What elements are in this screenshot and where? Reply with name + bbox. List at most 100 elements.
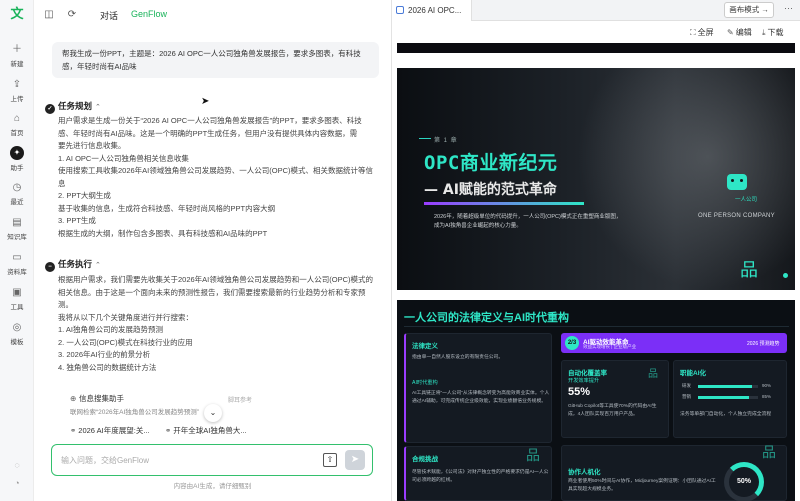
card-label: AI时代重构 xyxy=(412,380,438,386)
plan-line: 使用搜索工具收集2026年AI领域独角兽公司发展趋势、一人公司(OPC)模式、相… xyxy=(58,166,374,175)
card-title: 法律定义 xyxy=(412,343,438,350)
edit-icon: ✎ xyxy=(727,28,734,37)
message-input-box: ⇧ ➤ xyxy=(51,444,373,476)
card-text: 尽管技术赋能，《公司法》对财产独立性的严格要求仍是AI一人公司必须跨越的红线。 xyxy=(412,470,549,483)
bar-label: 研发 xyxy=(682,383,691,388)
network-icon: 品 xyxy=(648,369,658,380)
tab-genflow[interactable]: GenFlow xyxy=(131,9,167,19)
slide-background-image xyxy=(577,68,795,290)
rail-upload-label: 上传 xyxy=(10,96,24,103)
card-text: AI工具链正将“一人公司”从法律概念转变为高能效商业实体。个人通过AI辅助，可完… xyxy=(412,391,550,404)
fullscreen-icon: ⛶ xyxy=(690,28,696,37)
plan-line: 2. PPT大纲生成 xyxy=(58,191,111,200)
rail-home[interactable]: ⌂ 首页 xyxy=(0,113,34,137)
search-card-subtitle: 联网检索“2026年AI独角兽公司发展趋势预测” xyxy=(70,409,199,416)
folder-icon: ▭ xyxy=(12,252,22,263)
card-text: 指由单一自然人股东设立的有限责任公司。 xyxy=(412,355,504,360)
divider xyxy=(404,326,789,327)
book-icon: ▤ xyxy=(12,217,22,228)
banner-subtitle: 效益实现增长 | 企业级产业 xyxy=(583,344,637,349)
plan-line: 要先进行信息收集。 xyxy=(58,141,126,150)
plan-text: 用户需求是生成一份关于“2026 AI OPC一人公司独角兽发展报告”的PPT，… xyxy=(58,115,380,240)
search-card-title-text: 信息搜集助手 xyxy=(79,394,124,403)
reference-link-text: 开年全球AI独角兽大... xyxy=(173,426,247,435)
rail-knowledge-label: 知识库 xyxy=(7,234,27,241)
card-text: GitHub Copilot等工具使70%的代码由AI生成，4人团队实现百万用户… xyxy=(568,404,657,417)
assistant-icon: ✦ xyxy=(10,146,24,160)
expand-chevron-icon[interactable]: ⌄ xyxy=(204,404,222,422)
rail-assistant[interactable]: ✦ 助手 xyxy=(0,146,34,172)
download-button[interactable]: ⤓ 下载 xyxy=(762,27,784,38)
download-icon: ⤓ xyxy=(762,28,766,37)
chevron-up-icon: ⌃ xyxy=(95,104,101,111)
search-card-right-text: 脚耳参考 xyxy=(228,398,253,404)
card-title: 自动化覆盖率 xyxy=(568,370,607,377)
bar-label: 营销 xyxy=(682,394,691,399)
profile-icon[interactable]: ◔ xyxy=(10,478,24,490)
execution-line: 3. 2026年AI行业的前景分析 xyxy=(58,350,151,359)
card-text: 商业者使用50%时间与AI协作，Midjourney案例证明：小团队通过AI工具… xyxy=(568,479,716,492)
rail-new-label: 新建 xyxy=(10,61,24,68)
execution-line: 根据用户需求，我们需要先收集关于2026年AI领域独角兽公司发展趋势和一人公司(… xyxy=(58,275,374,284)
user-message: 帮我生成一份PPT，主题是：2026 AI OPC一人公司独角兽发展报告，要求多… xyxy=(52,42,379,78)
robot-label: 一人公司 xyxy=(735,197,758,203)
left-rail: 文 ＋新建 ⇪ 上传 ⌂ 首页 ✦ 助手 ◷ 最近 ▤ 知识库 ▭ 资料库 ▣ 工具 ◎ 模板 … xyxy=(0,0,34,501)
rail-recent[interactable]: ◷ 最近 xyxy=(0,182,34,206)
slide-legal-definition[interactable]: 一人公司的法律定义与AI时代重构 法律定义 指由单一自然人股东设立的有限责任公司… xyxy=(397,300,795,501)
automation-card: 自动化覆盖率 开发效率提升 55% GitHub Copilot等工具使70%的… xyxy=(561,360,669,438)
subtitle-underline xyxy=(424,202,584,205)
slide-title: 一人公司的法律定义与AI时代重构 xyxy=(404,312,569,324)
slide-description: 2026年，随着超级单位的代码提升，一人公司(OPC)模式正在重塑商业版图，成为… xyxy=(434,214,622,229)
fullscreen-button[interactable]: ⛶ 全屏 xyxy=(690,27,714,38)
globe-icon: ⊕ xyxy=(70,394,77,403)
canvas-mode-button[interactable]: 画布模式 → xyxy=(724,2,774,18)
send-button[interactable]: ➤ xyxy=(345,450,365,470)
tab-chat[interactable]: 对话 xyxy=(100,9,118,22)
bar-fill xyxy=(698,385,752,388)
plan-heading[interactable]: ✓ 任务规划 ⌃ xyxy=(45,100,101,114)
function-bars: 研发 90% 营销 85% xyxy=(682,383,780,405)
app-window: 文 ＋新建 ⇪ 上传 ⌂ 首页 ✦ 助手 ◷ 最近 ▤ 知识库 ▭ 资料库 ▣ 工具 ◎ 模板 … xyxy=(0,0,800,501)
new-chat-icon[interactable]: ⟳ xyxy=(66,9,78,21)
banner-number: 2/3 xyxy=(565,336,579,350)
rail-library[interactable]: ▭ 资料库 xyxy=(0,252,34,276)
slide-cover[interactable]: 第 1 章 OPC商业新纪元 — AI赋能的范式革命 2026年，随着超级单位的… xyxy=(397,68,795,290)
help-icon[interactable]: ◌ xyxy=(10,460,24,472)
network-icon: 品 xyxy=(762,444,776,460)
reference-link[interactable]: ⚭ 开年全球AI独角兽大... xyxy=(165,425,247,436)
more-icon[interactable]: ⋯ xyxy=(784,3,793,14)
execution-text: 根据用户需求，我们需要先收集关于2026年AI领域独角兽公司发展趋势和一人公司(… xyxy=(58,274,380,374)
link-icon: ⚭ xyxy=(70,426,77,435)
compliance-card: 合规挑战 尽管技术赋能，《公司法》对财产独立性的严格要求仍是AI一人公司必须跨越… xyxy=(404,446,552,501)
rail-home-label: 首页 xyxy=(10,130,24,137)
card-text: 法务等单部门自动化，个人独立完成全流程 xyxy=(680,412,772,417)
rail-new[interactable]: ＋ 新建 xyxy=(0,44,34,68)
chat-panel: ◫ ⟳ 对话 GenFlow 帮我生成一份PPT，主题是：2026 AI OPC… xyxy=(34,0,391,501)
rail-assistant-label: 助手 xyxy=(10,165,24,172)
edit-button[interactable]: ✎ 编辑 xyxy=(727,27,752,38)
kicker-line xyxy=(419,138,431,139)
slide-subtitle: — AI赋能的范式革命 xyxy=(424,182,557,198)
bar-row: 营销 85% xyxy=(682,394,780,402)
rail-tools[interactable]: ▣ 工具 xyxy=(0,287,34,311)
reference-link[interactable]: ⚭ 2026 AI年度展望:关... xyxy=(70,425,150,436)
bar-value: 90% xyxy=(762,383,772,388)
rail-upload[interactable]: ⇪ 上传 xyxy=(0,79,34,103)
preview-tab[interactable]: 2026 AI OPC... xyxy=(392,0,472,21)
slide-previous xyxy=(397,43,795,53)
robot-icon xyxy=(727,174,747,190)
rail-templates-label: 模板 xyxy=(10,339,24,346)
execution-line: 4. 独角兽公司的数据统计方法 xyxy=(58,362,157,372)
upload-file-icon[interactable]: ⇧ xyxy=(323,453,337,467)
document-icon xyxy=(396,6,404,14)
rail-templates[interactable]: ◎ 模板 xyxy=(0,322,34,346)
sidebar-toggle-icon[interactable]: ◫ xyxy=(43,9,55,21)
plan-line: 基于收集的信息，生成符合科技感、年轻时尚风格的PPT内容大纲 xyxy=(58,203,276,213)
message-input[interactable] xyxy=(61,453,301,467)
edit-label: 编辑 xyxy=(735,28,752,37)
plan-line: 感、年轻时尚有AI品味。这是一个明确的PPT生成任务，但用户没有提供具体内容数据… xyxy=(58,128,358,138)
rail-knowledge[interactable]: ▤ 知识库 xyxy=(0,217,34,241)
slides-viewer[interactable]: 第 1 章 OPC商业新纪元 — AI赋能的范式革命 2026年，随着超级单位的… xyxy=(392,43,800,501)
execution-heading[interactable]: − 任务执行 ⌃ xyxy=(45,258,101,272)
reference-link-text: 2026 AI年度展望:关... xyxy=(78,426,150,435)
